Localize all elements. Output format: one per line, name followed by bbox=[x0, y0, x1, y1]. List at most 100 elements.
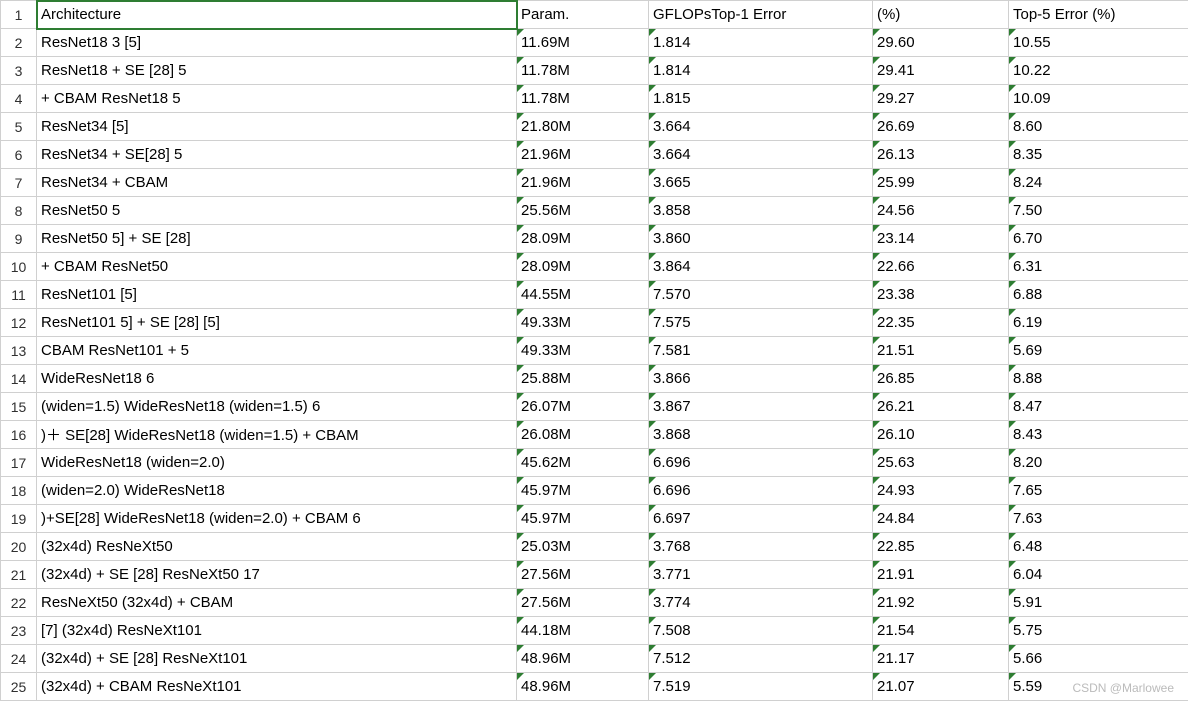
cell-E10[interactable]: 6.31 bbox=[1009, 253, 1188, 281]
row-header[interactable]: 23 bbox=[1, 617, 37, 645]
cell-E15[interactable]: 8.47 bbox=[1009, 393, 1188, 421]
row-header[interactable]: 13 bbox=[1, 337, 37, 365]
cell-B8[interactable]: 25.56M bbox=[517, 197, 649, 225]
cell-B5[interactable]: 21.80M bbox=[517, 113, 649, 141]
cell-C4[interactable]: 1.815 bbox=[649, 85, 873, 113]
cell-D20[interactable]: 22.85 bbox=[873, 533, 1009, 561]
row-header[interactable]: 14 bbox=[1, 365, 37, 393]
cell-C22[interactable]: 3.774 bbox=[649, 589, 873, 617]
cell-D15[interactable]: 26.21 bbox=[873, 393, 1009, 421]
row-header[interactable]: 16 bbox=[1, 421, 37, 449]
row-header[interactable]: 11 bbox=[1, 281, 37, 309]
cell-E18[interactable]: 7.65 bbox=[1009, 477, 1188, 505]
cell-B14[interactable]: 25.88M bbox=[517, 365, 649, 393]
cell-D11[interactable]: 23.38 bbox=[873, 281, 1009, 309]
cell-A11[interactable]: ResNet101 [5] bbox=[37, 281, 517, 309]
cell-D9[interactable]: 23.14 bbox=[873, 225, 1009, 253]
cell-E17[interactable]: 8.20 bbox=[1009, 449, 1188, 477]
cell-B13[interactable]: 49.33M bbox=[517, 337, 649, 365]
row-header[interactable]: 5 bbox=[1, 113, 37, 141]
cell-C20[interactable]: 3.768 bbox=[649, 533, 873, 561]
cell-B4[interactable]: 11.78M bbox=[517, 85, 649, 113]
cell-A7[interactable]: ResNet34 + CBAM bbox=[37, 169, 517, 197]
cell-E14[interactable]: 8.88 bbox=[1009, 365, 1188, 393]
cell-A8[interactable]: ResNet50 5 bbox=[37, 197, 517, 225]
row-header[interactable]: 15 bbox=[1, 393, 37, 421]
cell-A4[interactable]: + CBAM ResNet18 5 bbox=[37, 85, 517, 113]
cell-C13[interactable]: 7.581 bbox=[649, 337, 873, 365]
cell-D18[interactable]: 24.93 bbox=[873, 477, 1009, 505]
cell-A18[interactable]: (widen=2.0) WideResNet18 bbox=[37, 477, 517, 505]
cell-C6[interactable]: 3.664 bbox=[649, 141, 873, 169]
cell-D6[interactable]: 26.13 bbox=[873, 141, 1009, 169]
cell-E8[interactable]: 7.50 bbox=[1009, 197, 1188, 225]
row-header[interactable]: 25 bbox=[1, 673, 37, 701]
cell-A13[interactable]: CBAM ResNet101 + 5 bbox=[37, 337, 517, 365]
cell-B7[interactable]: 21.96M bbox=[517, 169, 649, 197]
cell-D22[interactable]: 21.92 bbox=[873, 589, 1009, 617]
cell-C11[interactable]: 7.570 bbox=[649, 281, 873, 309]
cell-D3[interactable]: 29.41 bbox=[873, 57, 1009, 85]
cell-B24[interactable]: 48.96M bbox=[517, 645, 649, 673]
row-header[interactable]: 18 bbox=[1, 477, 37, 505]
cell-C12[interactable]: 7.575 bbox=[649, 309, 873, 337]
cell-B25[interactable]: 48.96M bbox=[517, 673, 649, 701]
cell-C24[interactable]: 7.512 bbox=[649, 645, 873, 673]
cell-A17[interactable]: WideResNet18 (widen=2.0) bbox=[37, 449, 517, 477]
cell-E7[interactable]: 8.24 bbox=[1009, 169, 1188, 197]
cell-B6[interactable]: 21.96M bbox=[517, 141, 649, 169]
cell-D16[interactable]: 26.10 bbox=[873, 421, 1009, 449]
cell-E23[interactable]: 5.75 bbox=[1009, 617, 1188, 645]
cell-C3[interactable]: 1.814 bbox=[649, 57, 873, 85]
cell-E5[interactable]: 8.60 bbox=[1009, 113, 1188, 141]
cell-D1[interactable]: (%) bbox=[873, 1, 1009, 29]
row-header[interactable]: 19 bbox=[1, 505, 37, 533]
row-header[interactable]: 21 bbox=[1, 561, 37, 589]
cell-A20[interactable]: (32x4d) ResNeXt50 bbox=[37, 533, 517, 561]
cell-E25[interactable]: 5.59 bbox=[1009, 673, 1188, 701]
cell-E3[interactable]: 10.22 bbox=[1009, 57, 1188, 85]
cell-C9[interactable]: 3.860 bbox=[649, 225, 873, 253]
cell-D13[interactable]: 21.51 bbox=[873, 337, 1009, 365]
cell-A2[interactable]: ResNet18 3 [5] bbox=[37, 29, 517, 57]
row-header[interactable]: 12 bbox=[1, 309, 37, 337]
cell-D5[interactable]: 26.69 bbox=[873, 113, 1009, 141]
cell-E20[interactable]: 6.48 bbox=[1009, 533, 1188, 561]
cell-A25[interactable]: (32x4d) + CBAM ResNeXt101 bbox=[37, 673, 517, 701]
cell-A1[interactable]: Architecture bbox=[37, 1, 517, 29]
cell-E4[interactable]: 10.09 bbox=[1009, 85, 1188, 113]
cell-E9[interactable]: 6.70 bbox=[1009, 225, 1188, 253]
cell-B23[interactable]: 44.18M bbox=[517, 617, 649, 645]
row-header[interactable]: 17 bbox=[1, 449, 37, 477]
cell-C19[interactable]: 6.697 bbox=[649, 505, 873, 533]
cell-D8[interactable]: 24.56 bbox=[873, 197, 1009, 225]
row-header[interactable]: 10 bbox=[1, 253, 37, 281]
cell-E24[interactable]: 5.66 bbox=[1009, 645, 1188, 673]
cell-A6[interactable]: ResNet34 + SE[28] 5 bbox=[37, 141, 517, 169]
cell-A12[interactable]: ResNet101 5] + SE [28] [5] bbox=[37, 309, 517, 337]
cell-C18[interactable]: 6.696 bbox=[649, 477, 873, 505]
cell-A19[interactable]: )+SE[28] WideResNet18 (widen=2.0) + CBAM… bbox=[37, 505, 517, 533]
cell-B18[interactable]: 45.97M bbox=[517, 477, 649, 505]
cell-B2[interactable]: 11.69M bbox=[517, 29, 649, 57]
cell-B10[interactable]: 28.09M bbox=[517, 253, 649, 281]
cell-E19[interactable]: 7.63 bbox=[1009, 505, 1188, 533]
cell-A14[interactable]: WideResNet18 6 bbox=[37, 365, 517, 393]
cell-D12[interactable]: 22.35 bbox=[873, 309, 1009, 337]
cell-C23[interactable]: 7.508 bbox=[649, 617, 873, 645]
cell-C2[interactable]: 1.814 bbox=[649, 29, 873, 57]
cell-D7[interactable]: 25.99 bbox=[873, 169, 1009, 197]
cell-C8[interactable]: 3.858 bbox=[649, 197, 873, 225]
cell-B1[interactable]: Param. bbox=[517, 1, 649, 29]
cell-C1[interactable]: GFLOPsTop-1 Error bbox=[649, 1, 873, 29]
row-header[interactable]: 1 bbox=[1, 1, 37, 29]
cell-E11[interactable]: 6.88 bbox=[1009, 281, 1188, 309]
cell-A3[interactable]: ResNet18 + SE [28] 5 bbox=[37, 57, 517, 85]
cell-E12[interactable]: 6.19 bbox=[1009, 309, 1188, 337]
cell-D10[interactable]: 22.66 bbox=[873, 253, 1009, 281]
row-header[interactable]: 7 bbox=[1, 169, 37, 197]
cell-C16[interactable]: 3.868 bbox=[649, 421, 873, 449]
cell-C7[interactable]: 3.665 bbox=[649, 169, 873, 197]
cell-E21[interactable]: 6.04 bbox=[1009, 561, 1188, 589]
cell-D23[interactable]: 21.54 bbox=[873, 617, 1009, 645]
